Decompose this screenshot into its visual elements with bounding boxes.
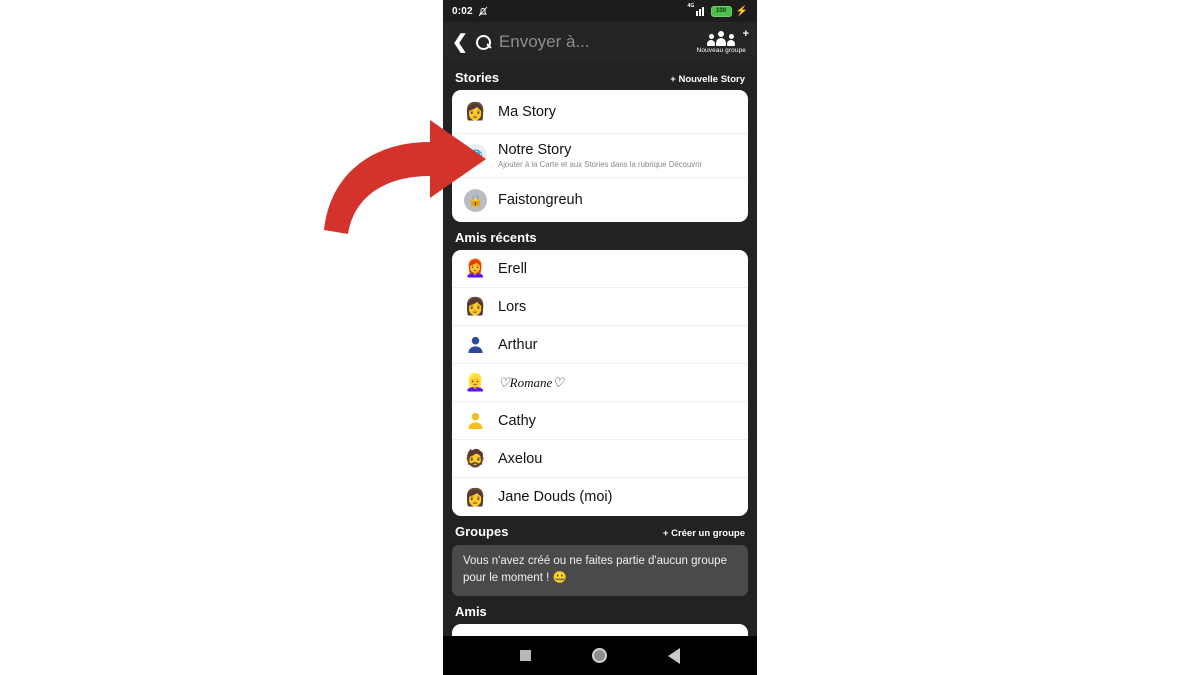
bitmoji-avatar: 👩 xyxy=(464,487,487,507)
square-recents-icon[interactable] xyxy=(519,650,531,661)
friend-name: Cathy xyxy=(498,412,536,429)
story-row-notre-story[interactable]: 🌐 Notre Story Ajouter à la Carte et aux … xyxy=(452,134,748,178)
list-item[interactable]: 👩‍🦰 Erell xyxy=(452,250,748,288)
story-name: Ma Story xyxy=(498,103,557,120)
status-time: 0:02 xyxy=(452,5,473,17)
friend-name: Erell xyxy=(498,260,528,277)
story-row-text: Faistongreuh xyxy=(498,192,583,208)
app-header: ❮ Envoyer à... + Nouveau groupe xyxy=(443,22,757,62)
stories-card: 👩 Ma Story 🌐 Notre Story Ajouter à la Ca… xyxy=(452,90,748,222)
list-item[interactable]: Cathy xyxy=(452,402,748,440)
content-scroll-area[interactable]: Stories + Nouvelle Story 👩 Ma Story 🌐 No… xyxy=(443,62,757,636)
list-item[interactable]: Arthur xyxy=(452,624,748,637)
groups-title: Groupes xyxy=(455,524,509,539)
charging-bolt-icon: ⚡ xyxy=(735,5,748,17)
friend-name: Arthur xyxy=(498,336,538,353)
plus-badge-icon: + xyxy=(742,27,749,40)
status-bar: 0:02 4G 100 ⚡ xyxy=(443,0,757,22)
bitmoji-avatar: 👩 xyxy=(464,297,487,316)
network-type-label: 4G xyxy=(687,2,695,9)
bitmoji-avatar: 👩‍🦰 xyxy=(464,259,487,278)
list-item[interactable]: 👩 Lors xyxy=(452,288,748,326)
silhouette-avatar-yellow xyxy=(464,409,487,432)
back-chevron-icon[interactable]: ❮ xyxy=(452,33,468,52)
friends-section-header: Amis xyxy=(452,596,748,624)
groups-empty-message: Vous n'avez créé ou ne faites partie d'a… xyxy=(452,545,748,596)
stories-section-header: Stories + Nouvelle Story xyxy=(452,62,748,90)
create-group-button[interactable]: + Créer un groupe xyxy=(663,528,745,539)
group-add-icon: + xyxy=(697,27,749,46)
story-row-text: Notre Story Ajouter à la Carte et aux St… xyxy=(498,142,702,169)
list-item[interactable]: 🧔 Axelou xyxy=(452,440,748,478)
story-row-faistongreuh[interactable]: 🔒 Faistongreuh xyxy=(452,178,748,222)
stories-title: Stories xyxy=(455,70,500,85)
friend-name: Jane Douds (moi) xyxy=(498,489,613,505)
friends-card: Arthur xyxy=(452,623,748,637)
story-name: Notre Story xyxy=(498,142,572,158)
friend-name: ♡Romane♡ xyxy=(498,374,564,390)
story-row-ma-story[interactable]: 👩 Ma Story xyxy=(452,90,748,134)
recent-friends-card: 👩‍🦰 Erell 👩 Lors Arthur 👱‍♀️ ♡Romane♡ xyxy=(452,250,748,516)
groups-section-header: Groupes + Créer un groupe xyxy=(452,516,748,544)
phone-screen: 0:02 4G 100 ⚡ ❮ Envoyer à... + Nouveau g… xyxy=(443,0,757,675)
story-subtitle: Ajouter à la Carte et aux Stories dans l… xyxy=(498,160,703,169)
battery-level: 100 xyxy=(716,8,727,14)
triangle-back-icon[interactable] xyxy=(668,647,681,664)
friend-name: Lors xyxy=(498,298,527,315)
new-group-label: Nouveau groupe xyxy=(696,46,746,54)
bell-muted-icon xyxy=(478,6,488,16)
status-bar-left: 0:02 xyxy=(452,6,488,17)
circle-home-icon[interactable] xyxy=(591,648,607,663)
list-item[interactable]: 👱‍♀️ ♡Romane♡ xyxy=(452,364,748,402)
list-item[interactable]: 👩 Jane Douds (moi) xyxy=(452,478,748,516)
curved-red-arrow-icon xyxy=(324,120,486,234)
search-input[interactable]: Envoyer à... xyxy=(499,32,689,52)
new-story-button[interactable]: + Nouvelle Story xyxy=(670,74,745,85)
bitmoji-avatar: 🧔 xyxy=(464,449,487,468)
status-bar-right: 4G 100 ⚡ xyxy=(688,3,748,17)
story-name: Faistongreuh xyxy=(498,192,583,208)
bitmoji-avatar: 👱‍♀️ xyxy=(464,373,487,392)
new-group-button[interactable]: + Nouveau groupe xyxy=(696,27,749,54)
list-item[interactable]: Arthur xyxy=(452,326,748,364)
signal-bars-icon: 4G xyxy=(688,3,707,16)
battery-indicator: 100 xyxy=(710,5,732,17)
screenshot-canvas: 0:02 4G 100 ⚡ ❮ Envoyer à... + Nouveau g… xyxy=(0,0,1200,675)
friend-name: Axelou xyxy=(498,450,543,467)
friends-title: Amis xyxy=(455,603,487,619)
android-nav-bar xyxy=(443,636,757,675)
recent-friends-section-header: Amis récents xyxy=(452,222,748,250)
story-row-text: Ma Story xyxy=(498,104,556,120)
silhouette-avatar xyxy=(464,333,487,356)
search-icon xyxy=(475,34,491,50)
